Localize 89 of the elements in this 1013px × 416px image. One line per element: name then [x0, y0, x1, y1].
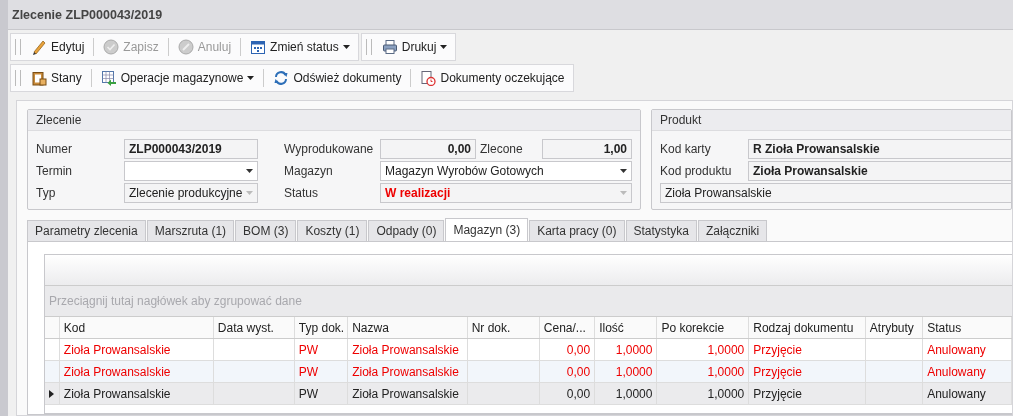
dropdown-arrow-icon	[246, 169, 253, 173]
column-header[interactable]: Po korekcie	[657, 317, 750, 338]
tab[interactable]: Załączniki	[697, 220, 768, 241]
document-clock-icon	[420, 70, 437, 86]
toolbar-button[interactable]: Stany	[27, 67, 86, 89]
column-header[interactable]: Nr dok.	[467, 317, 540, 338]
table-cell: Zioła Prowansalskie	[348, 339, 468, 360]
pencil-icon	[31, 39, 47, 55]
field-label: Kod produktu	[660, 164, 733, 178]
dropdown-field[interactable]: W realizacji	[380, 183, 632, 203]
table-cell: 1,0000	[657, 339, 750, 360]
dropdown-field[interactable]: Magazyn Wyrobów Gotowych	[380, 161, 632, 181]
column-header[interactable]: Ilość	[595, 317, 658, 338]
tab[interactable]: Magazyn (3)	[445, 218, 529, 241]
group-title: Produkt	[652, 110, 1011, 131]
check-icon	[103, 39, 120, 55]
column-header[interactable]: Rodzaj dokumentu	[749, 317, 866, 338]
toolbar-button[interactable]: Zmień status	[246, 36, 354, 58]
toolbar-button[interactable]: Operacje magazynowe	[96, 67, 259, 89]
window-title: Zlecenie ZLP000043/2019	[8, 0, 1013, 30]
column-header[interactable]: Status	[923, 317, 1012, 338]
table-cell: PW	[294, 361, 349, 382]
table-cell: Przyjęcie	[749, 339, 866, 360]
field-label: Status	[284, 186, 320, 200]
table-cell: 1,0000	[657, 361, 750, 382]
refresh-icon	[273, 70, 290, 86]
table-arrow-icon	[100, 70, 117, 86]
text-field[interactable]: Zioła Prowansalskie	[660, 183, 1011, 203]
date-field[interactable]	[124, 161, 258, 181]
table-cell: Zioła Prowansalskie	[59, 339, 214, 360]
table-cell: PW	[294, 339, 349, 360]
text-field[interactable]: 0,00	[380, 139, 476, 159]
tab[interactable]: Koszty (1)	[297, 220, 368, 241]
group-title: Zlecenie	[28, 110, 640, 131]
toolbar-button[interactable]: Odśwież dokumenty	[269, 67, 406, 89]
caret-icon	[247, 76, 255, 80]
field-label: Typ	[36, 186, 57, 200]
table-cell: Anulowany	[923, 361, 1012, 382]
text-field[interactable]: 1,00	[542, 139, 632, 159]
field-label: Numer	[36, 142, 73, 156]
column-header[interactable]: Atrybuty	[865, 317, 924, 338]
toolbar-button[interactable]: Dokumenty oczekujące	[416, 67, 569, 89]
field-label: Termin	[36, 164, 73, 178]
caret-icon	[440, 45, 448, 49]
table-cell: 1,0000	[657, 383, 750, 404]
clipboard-icon	[31, 70, 47, 86]
column-header[interactable]: Kod	[59, 317, 214, 338]
tab[interactable]: Parametry zlecenia	[27, 220, 146, 241]
table-cell: 0,00	[539, 361, 596, 382]
group-panel-hint: Przeciągnij tutaj nagłówek aby zgrupować dane	[45, 286, 1012, 317]
table-cell: Zioła Prowansalskie	[59, 361, 214, 382]
tab[interactable]: Statystyka	[625, 220, 697, 241]
dropdown-arrow-icon	[246, 191, 253, 195]
column-header[interactable]: Nazwa	[348, 317, 468, 338]
tab[interactable]: BOM (3)	[235, 220, 297, 241]
text-field[interactable]: Zioła Prowansalskie	[748, 161, 1011, 181]
table-cell: Zioła Prowansalskie	[59, 383, 214, 404]
table-cell: 1,0000	[595, 383, 658, 404]
tab[interactable]: Marszruta (1)	[146, 220, 235, 241]
table-cell: PW	[294, 383, 349, 404]
table-cell: Anulowany	[923, 339, 1012, 360]
column-header[interactable]: Cena/...	[539, 317, 596, 338]
table-cell: 0,00	[539, 339, 596, 360]
cancel-icon	[177, 39, 194, 55]
dropdown-arrow-icon	[620, 169, 627, 173]
field-label: Kod karty	[660, 142, 712, 156]
field-label: Magazyn	[284, 164, 334, 178]
tab[interactable]: Karta pracy (0)	[529, 220, 625, 241]
printer-icon	[381, 39, 398, 55]
text-field[interactable]: ZLP000043/2019	[124, 139, 258, 159]
column-header[interactable]: Data wyst.	[213, 317, 295, 338]
table-cell: Zioła Prowansalskie	[348, 361, 468, 382]
table-cell: 1,0000	[595, 339, 658, 360]
table-cell: Anulowany	[923, 383, 1012, 404]
table-cell: Zioła Prowansalskie	[348, 383, 468, 404]
dropdown-arrow-icon	[620, 191, 627, 195]
dropdown-field[interactable]: Zlecenie produkcyjne	[124, 183, 258, 203]
field-label: Wyprodukowane	[284, 142, 375, 156]
table-cell: 1,0000	[595, 361, 658, 382]
table-cell: Przyjęcie	[749, 361, 866, 382]
table-cell: Przyjęcie	[749, 383, 866, 404]
column-header[interactable]: Typ dok.	[294, 317, 349, 338]
calendar-icon	[250, 39, 267, 55]
caret-icon	[342, 45, 350, 49]
toolbar-button[interactable]: Edytuj	[27, 36, 89, 58]
tab[interactable]: Odpady (0)	[368, 220, 445, 241]
text-field[interactable]: R Zioła Prowansalskie	[748, 139, 1011, 159]
table-cell: 0,00	[539, 383, 596, 404]
field-label: Zlecone	[479, 142, 524, 156]
